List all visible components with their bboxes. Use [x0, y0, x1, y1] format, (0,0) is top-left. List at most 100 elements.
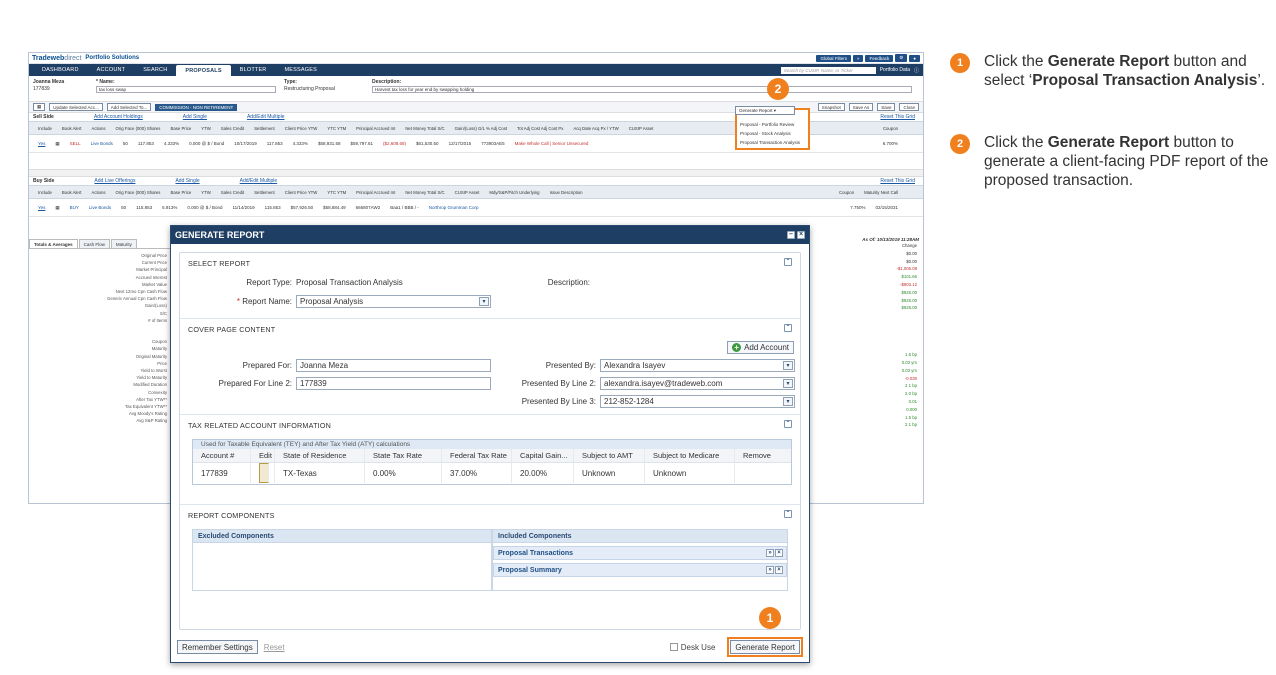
- col-header[interactable]: Actions: [86, 190, 110, 195]
- collapse-icon[interactable]: ⌃: [784, 510, 792, 518]
- col-header[interactable]: CUSIP Asset: [450, 190, 485, 195]
- tab-messages[interactable]: MESSAGES: [275, 64, 325, 76]
- expand-icon[interactable]: »: [766, 566, 774, 574]
- collapse-icon[interactable]: ⌃: [784, 420, 792, 428]
- info-icon[interactable]: ⓘ: [914, 67, 919, 74]
- col-header[interactable]: Client Price YTW: [280, 190, 323, 195]
- book-alert-icon[interactable]: ▦: [50, 205, 64, 211]
- cell[interactable]: 50: [118, 141, 133, 146]
- col-header[interactable]: Settlement: [249, 190, 280, 195]
- chevron-down-icon[interactable]: ▾: [783, 361, 793, 370]
- portfolio-data-link[interactable]: Portfolio Data: [880, 67, 910, 73]
- col-header[interactable]: Actions: [86, 126, 110, 131]
- col-header[interactable]: Gain/(Loss) G/L % Adj Cost: [450, 126, 512, 131]
- tab-dashboard[interactable]: DASHBOARD: [33, 64, 88, 76]
- col-header[interactable]: Mdy/S&P/Fitch Underlying: [484, 190, 544, 195]
- snapshot-button[interactable]: Snapshot: [817, 103, 845, 111]
- add-account-holdings-link[interactable]: Add Account Holdings: [94, 114, 143, 120]
- col-header[interactable]: CUSIP Asset: [624, 126, 659, 131]
- buy-action[interactable]: BUY: [65, 205, 84, 210]
- save-as-button[interactable]: Save As: [848, 103, 874, 111]
- cell[interactable]: 50: [116, 205, 131, 210]
- sell-action[interactable]: SELL: [65, 141, 86, 146]
- col-header[interactable]: Coupon: [834, 190, 859, 195]
- close-button[interactable]: Close: [899, 103, 919, 111]
- add-selected-button[interactable]: Add Selected To...: [106, 103, 152, 111]
- close-icon[interactable]: ×: [797, 231, 805, 239]
- add-account-button[interactable]: + Add Account: [727, 341, 794, 354]
- table-row[interactable]: 177839 TX-Texas 0.00% 37.00% 20.00% Unkn…: [193, 463, 791, 483]
- chevron-down-icon[interactable]: ▾: [783, 379, 793, 388]
- tab-blotter[interactable]: BLOTTER: [231, 64, 276, 76]
- reset-link[interactable]: Reset: [264, 643, 285, 652]
- feedback-button[interactable]: Feedback: [865, 54, 894, 62]
- filter-arrow-icon[interactable]: »: [852, 54, 864, 62]
- buy-add-single-link[interactable]: Add Single: [175, 178, 199, 184]
- sell-add-multiple-link[interactable]: Add/Edit Multiple: [247, 114, 285, 120]
- prepared-for-input[interactable]: Joanna Meza: [296, 359, 491, 372]
- menu-item-transaction-analysis[interactable]: Proposal Transaction Analysis: [737, 138, 808, 147]
- col-header[interactable]: Client Price YTW: [280, 126, 323, 131]
- remove-icon[interactable]: ×: [775, 566, 783, 574]
- user-icon[interactable]: ●: [909, 54, 920, 62]
- desk-use-checkbox[interactable]: [669, 643, 678, 651]
- live-bonds-link[interactable]: Live Bonds: [84, 205, 116, 210]
- collapse-icon[interactable]: ⌃: [784, 324, 792, 332]
- col-header[interactable]: Base Price: [165, 126, 196, 131]
- col-header[interactable]: YTW: [196, 190, 216, 195]
- generate-report-dropdown-button[interactable]: Generate Report ▾: [735, 106, 795, 115]
- presented-by-select[interactable]: Alexandra Isayev ▾: [600, 359, 795, 372]
- minimize-icon[interactable]: –: [787, 231, 795, 239]
- gear-icon[interactable]: ⚙: [895, 54, 908, 62]
- component-proposal-summary[interactable]: Proposal Summary » ×: [493, 563, 787, 577]
- chevron-down-icon[interactable]: ▾: [783, 397, 793, 406]
- cell[interactable]: 11/14/2019: [227, 205, 259, 210]
- tab-account[interactable]: ACCOUNT: [88, 64, 135, 76]
- included-components-list[interactable]: Included Components Proposal Transaction…: [492, 529, 788, 591]
- global-filters-button[interactable]: Global Filters: [816, 54, 851, 62]
- cell[interactable]: Northrop Grumman Corp: [424, 205, 484, 210]
- menu-item-stock-analysis[interactable]: Proposal - Stock Analysis: [737, 129, 808, 138]
- table-row[interactable]: Yes ▦ BUY Live Bonds 50 115.853 5.913% 0…: [29, 199, 923, 217]
- cusip-search-input[interactable]: Search by CUSIP, Name, or Ticker: [780, 66, 876, 74]
- col-header[interactable]: YTC YTM: [322, 126, 351, 131]
- component-proposal-transactions[interactable]: Proposal Transactions » ×: [493, 546, 787, 560]
- col-header[interactable]: Sales Credit: [216, 126, 249, 131]
- expand-icon[interactable]: »: [766, 549, 774, 557]
- col-header[interactable]: Net Money Total S/C: [400, 190, 449, 195]
- buy-reset-grid-link[interactable]: Reset This Grid: [880, 178, 915, 184]
- menu-item-portfolio-review[interactable]: Proposal - Portfolio Review: [737, 120, 808, 129]
- sell-add-single-link[interactable]: Add Single: [183, 114, 207, 120]
- save-button[interactable]: Save: [877, 103, 896, 111]
- update-selected-button[interactable]: Update Selected Acc...: [49, 103, 103, 111]
- col-header[interactable]: Include: [33, 126, 57, 131]
- col-header[interactable]: Issue Description: [545, 190, 588, 195]
- col-header[interactable]: Book Alert: [57, 190, 87, 195]
- prepared-line2-input[interactable]: 177839: [296, 377, 491, 390]
- desk-use-option[interactable]: Desk Use: [669, 643, 715, 652]
- col-header[interactable]: Principal Accrued Int: [351, 190, 400, 195]
- col-header[interactable]: Tot Adj Cost Adj Cost Px: [512, 126, 568, 131]
- presented-line3-select[interactable]: 212-852-1284 ▾: [600, 395, 795, 408]
- pencil-icon[interactable]: [259, 463, 269, 483]
- col-header[interactable]: YTC YTM: [322, 190, 351, 195]
- live-bonds-link[interactable]: Live Bonds: [86, 141, 118, 146]
- generate-report-button[interactable]: Generate Report: [730, 640, 800, 654]
- col-header[interactable]: Include: [33, 190, 57, 195]
- col-header[interactable]: Acq Date Acq Px / YTW: [568, 126, 623, 131]
- remember-settings-button[interactable]: Remember Settings: [177, 640, 258, 654]
- tab-proposals[interactable]: PROPOSALS: [176, 65, 231, 76]
- horizontal-scrollbar[interactable]: [29, 169, 923, 177]
- remove-cell[interactable]: [735, 463, 785, 483]
- presented-line2-select[interactable]: alexandra.isayev@tradeweb.com ▾: [600, 377, 795, 390]
- chevron-down-icon[interactable]: ▾: [479, 297, 489, 306]
- cell[interactable]: 10/17/2019: [229, 141, 262, 146]
- tab-search[interactable]: SEARCH: [134, 64, 176, 76]
- col-header[interactable]: Orig Face (000) Shares: [111, 190, 166, 195]
- cell[interactable]: 0.000 @ $ / Bond: [184, 141, 229, 146]
- tab-totals-averages[interactable]: Totals & Averages: [29, 239, 78, 248]
- sell-reset-grid-link[interactable]: Reset This Grid: [880, 114, 915, 120]
- edit-icon[interactable]: [251, 463, 275, 483]
- col-header[interactable]: Principal Accrued Int: [351, 126, 400, 131]
- report-name-select[interactable]: Proposal Analysis ▾: [296, 295, 491, 308]
